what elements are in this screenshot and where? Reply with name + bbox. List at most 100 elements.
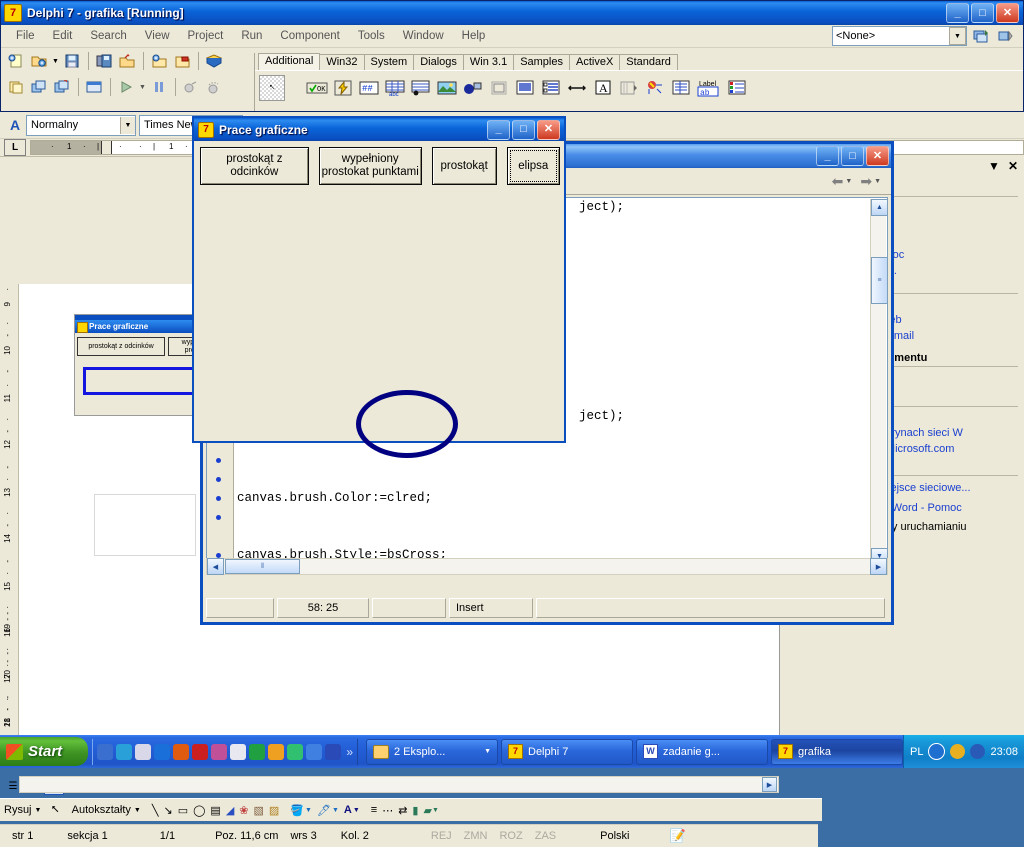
task-button-grafika[interactable]: 7 grafika [771, 738, 903, 765]
palette-tab-win32[interactable]: Win32 [319, 54, 365, 70]
font-color-icon[interactable]: A ▼ [344, 804, 360, 816]
acrobat-icon[interactable] [192, 743, 209, 760]
globe-icon[interactable] [287, 743, 304, 760]
word-icon[interactable] [325, 743, 342, 760]
chevron-down-icon[interactable]: ▼ [949, 27, 966, 45]
quick-launch-bar[interactable]: » [92, 738, 358, 765]
line-icon[interactable]: ╲ [152, 804, 159, 817]
status-rej[interactable]: REJ [425, 830, 458, 842]
dash-style-icon[interactable]: ⋯ [382, 804, 393, 817]
media-icon[interactable] [116, 743, 133, 760]
spellcheck-icon[interactable]: 📝 [663, 828, 691, 844]
chevron-down-icon[interactable]: ▼ [484, 748, 491, 755]
firefox-icon[interactable] [173, 743, 190, 760]
vertical-scroll-thumb[interactable]: ≡ [871, 257, 887, 304]
delphi-title-bar[interactable]: 7 Delphi 7 - grafika [Running] _ □ ✕ [1, 1, 1023, 25]
palette-tab-win31[interactable]: Win 3.1 [462, 54, 515, 70]
editor-vertical-scrollbar[interactable]: ▲ ≡ ▼ [870, 199, 887, 565]
menu-project[interactable]: Project [179, 28, 233, 44]
applicationevents-icon[interactable] [643, 76, 667, 100]
menu-run[interactable]: Run [232, 28, 271, 44]
trace-into-icon[interactable] [180, 76, 202, 98]
statictext-icon[interactable]: A [591, 76, 615, 100]
close-button[interactable]: ✕ [866, 146, 889, 166]
word-horizontal-scrollbar[interactable]: ▶ [19, 776, 779, 793]
back-dropdown-icon[interactable]: ▼ [845, 178, 852, 185]
picture-icon[interactable]: ▨ [269, 804, 279, 817]
menu-view[interactable]: View [136, 28, 179, 44]
textbox-icon[interactable]: ▤ [210, 804, 220, 817]
pointer-icon[interactable]: ⭦ [259, 75, 285, 101]
open-icon[interactable] [28, 50, 50, 72]
ie-icon[interactable] [97, 743, 114, 760]
winamp-icon[interactable] [135, 743, 152, 760]
save-desktop-icon[interactable] [971, 27, 991, 45]
tray-clock[interactable]: 23:08 [990, 746, 1018, 758]
open-project-icon[interactable] [116, 50, 138, 72]
minimize-button[interactable]: _ [816, 146, 839, 166]
run-dropdown-icon[interactable]: ▼ [138, 76, 147, 98]
menu-file[interactable]: File [7, 28, 44, 44]
editor-horizontal-scrollbar[interactable]: ◀ ⦀ ▶ [206, 558, 888, 575]
palette-tab-standard[interactable]: Standard [619, 54, 678, 70]
palette-tab-additional[interactable]: Additional [258, 53, 321, 70]
speedbutton-icon[interactable] [331, 76, 355, 100]
status-language[interactable]: Polski [594, 830, 635, 842]
oval-icon[interactable]: ◯ [193, 804, 205, 817]
new-form-icon[interactable] [5, 76, 27, 98]
menu-edit[interactable]: Edit [44, 28, 82, 44]
pause-icon[interactable] [148, 76, 170, 98]
start-button[interactable]: Start [0, 737, 89, 766]
palette-tab-samples[interactable]: Samples [513, 54, 570, 70]
chevron-down-icon[interactable]: ▼ [988, 159, 1000, 173]
show-desktop-icon[interactable] [928, 743, 946, 760]
menu-tools[interactable]: Tools [349, 28, 394, 44]
delphi-menu-bar[interactable]: File Edit Search View Project Run Compon… [1, 25, 1023, 48]
save-all-icon[interactable] [93, 50, 115, 72]
add-file-icon[interactable] [148, 50, 170, 72]
splitter-icon[interactable] [565, 76, 589, 100]
open-dropdown-icon[interactable]: ▼ [51, 50, 60, 72]
stringgrid-icon[interactable]: abc [383, 76, 407, 100]
run-icon[interactable] [115, 76, 137, 98]
menu-window[interactable]: Window [394, 28, 453, 44]
valuelisteditor-icon[interactable] [669, 76, 693, 100]
view-unit-icon[interactable] [51, 76, 73, 98]
graphics-form-canvas[interactable] [196, 178, 562, 458]
chevron-down-icon[interactable]: ▼ [120, 116, 135, 134]
image-icon[interactable] [435, 76, 459, 100]
draw-menu[interactable]: Rysuj ▼ [4, 804, 41, 816]
shape-icon[interactable] [461, 76, 485, 100]
close-icon[interactable]: ✕ [1008, 159, 1018, 173]
menu-component[interactable]: Component [271, 28, 348, 44]
view-form-icon[interactable] [83, 76, 105, 98]
palette-icons[interactable]: ⭦ OK ## abc A Label ab [255, 70, 1023, 105]
status-roz[interactable]: ROZ [493, 830, 528, 842]
minimize-button[interactable]: _ [946, 3, 969, 23]
shadow-icon[interactable]: ▮ [412, 804, 418, 817]
chevrons-right-icon[interactable]: » [346, 745, 353, 759]
bevel-icon[interactable] [487, 76, 511, 100]
task-button-delphi7[interactable]: 7 Delphi 7 [501, 738, 633, 765]
status-zas[interactable]: ZAS [529, 830, 562, 842]
network-icon[interactable] [970, 744, 986, 759]
scroll-right-icon[interactable]: ▶ [870, 558, 887, 575]
palette-tab-activex[interactable]: ActiveX [568, 54, 621, 70]
3d-icon[interactable]: ▰ ▼ [423, 804, 438, 817]
scrollbox-icon[interactable] [513, 76, 537, 100]
save-icon[interactable] [61, 50, 83, 72]
colors-icon[interactable] [268, 743, 285, 760]
set-debug-desktop-icon[interactable] [995, 27, 1015, 45]
menu-search[interactable]: Search [81, 28, 135, 44]
rectangle-icon[interactable]: ▭ [178, 804, 188, 817]
autoshapes-menu[interactable]: Autokształty ▼ [72, 804, 141, 816]
controlbar-icon[interactable] [617, 76, 641, 100]
scroll-right-icon[interactable]: ▶ [762, 777, 777, 792]
forward-arrow-icon[interactable]: ➡ [860, 173, 872, 190]
toggle-form-unit-icon[interactable] [28, 76, 50, 98]
tab-stop-selector-icon[interactable]: L [4, 139, 26, 156]
palette-tab-dialogs[interactable]: Dialogs [413, 54, 464, 70]
wordart-icon[interactable]: ◢ [226, 804, 234, 817]
arrow-icon[interactable]: ↘ [163, 804, 172, 817]
fill-color-icon[interactable]: 🪣 ▼ [290, 804, 312, 817]
